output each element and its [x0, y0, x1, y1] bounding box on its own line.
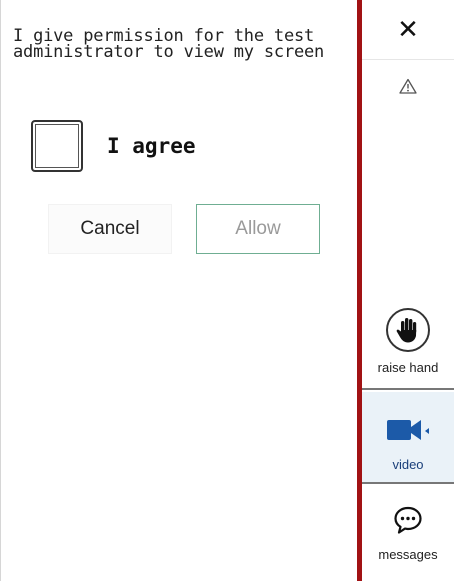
warning-indicator — [362, 78, 454, 104]
agree-label[interactable]: I agree — [107, 134, 196, 158]
video-camera-icon — [387, 420, 429, 440]
permission-prompt: I give permission for the test administr… — [13, 26, 325, 62]
video-button[interactable]: video — [362, 392, 454, 484]
side-toolbar: ✕ raise hand video messages — [362, 0, 454, 581]
video-label: video — [392, 457, 424, 472]
raise-hand-icon-circle — [386, 308, 430, 352]
allow-button[interactable]: Allow — [196, 204, 320, 254]
close-icon: ✕ — [397, 14, 419, 44]
chat-bubble-icon — [394, 506, 422, 534]
agree-row: I agree — [31, 117, 196, 175]
messages-label: messages — [378, 547, 438, 562]
screen-share-permission-screen: I give permission for the test administr… — [0, 0, 454, 581]
cancel-button[interactable]: Cancel — [48, 204, 172, 254]
warning-icon — [399, 78, 417, 94]
video-icon-wrap — [385, 418, 431, 447]
raise-hand-label: raise hand — [377, 360, 439, 375]
permission-panel: I give permission for the test administr… — [0, 0, 357, 581]
close-button[interactable]: ✕ — [362, 0, 454, 60]
agree-checkbox[interactable] — [31, 120, 83, 172]
messages-button[interactable]: messages — [362, 486, 454, 581]
messages-icon-wrap — [392, 504, 424, 541]
raise-hand-button[interactable]: raise hand — [362, 304, 454, 390]
hand-icon — [396, 318, 417, 343]
